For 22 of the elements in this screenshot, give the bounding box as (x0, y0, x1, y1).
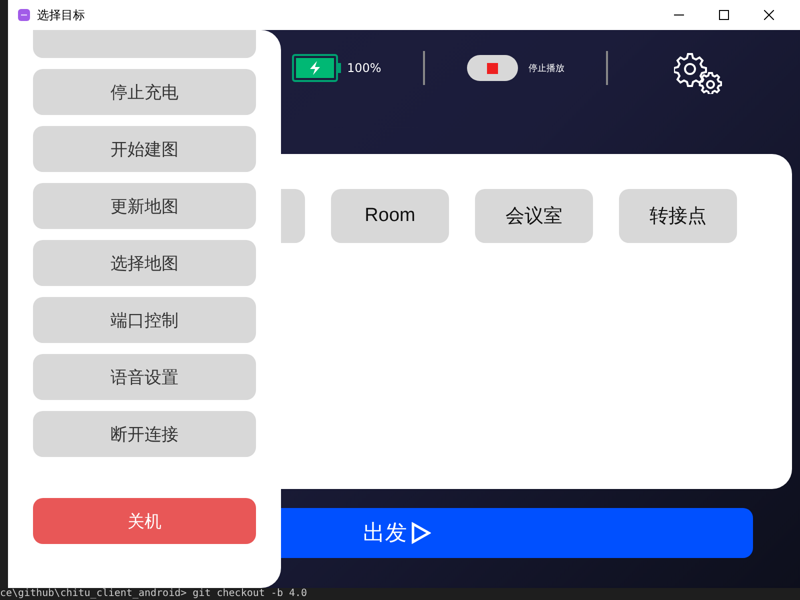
menu-button[interactable]: 断开连接 (33, 411, 256, 457)
window-title: 选择目标 (37, 6, 85, 24)
destination-button[interactable]: Room (331, 189, 449, 243)
stop-playback-label: 停止播放 (528, 62, 564, 74)
menu-button[interactable]: 选择地图 (33, 240, 256, 286)
terminal-line: ce\github\chitu_client_android> git checkout -b 4.0 (0, 588, 308, 600)
stop-playback-button[interactable] (467, 55, 518, 81)
menu-button[interactable]: 端口控制 (33, 297, 256, 343)
destination-button[interactable]: 转接点 (619, 189, 737, 243)
menu-button[interactable]: 停止充电 (33, 69, 256, 115)
maximize-icon[interactable] (719, 10, 729, 20)
close-icon[interactable] (764, 10, 774, 20)
destination-button[interactable]: 会议室 (475, 189, 593, 243)
menu-button[interactable]: 语音设置 (33, 354, 256, 400)
play-icon (411, 522, 431, 544)
menu-button[interactable]: 开始建图 (33, 126, 256, 172)
battery-percentage: 100% (347, 61, 382, 75)
menu-button[interactable]: 关机 (33, 498, 256, 544)
menu-button[interactable]: 更新地图 (33, 183, 256, 229)
settings-icon[interactable] (674, 52, 722, 94)
app-icon (18, 9, 30, 21)
battery-charging-icon (292, 54, 341, 82)
